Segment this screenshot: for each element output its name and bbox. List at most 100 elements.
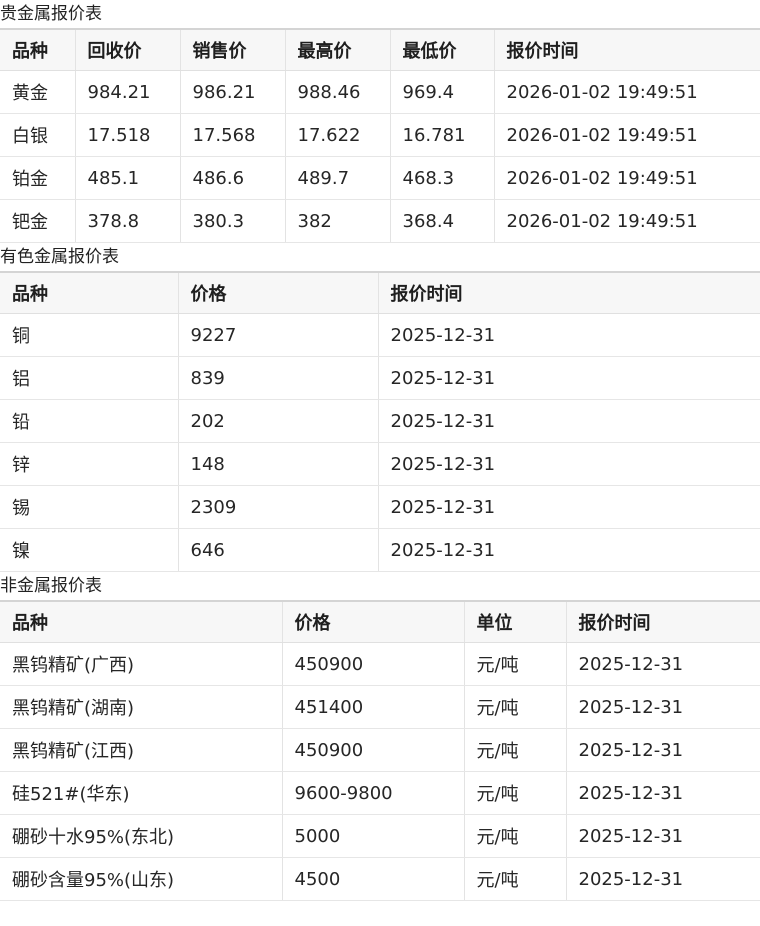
table-row: 铂金 485.1 486.6 489.7 468.3 2026-01-02 19:49:5…: [0, 156, 760, 200]
table-cell: 锌: [0, 442, 179, 486]
table-cell: 969.4: [390, 70, 495, 114]
table-cell: 489.7: [285, 156, 391, 200]
table-cell: 984.21: [75, 70, 181, 114]
nonferrous-header-cell: 品种: [0, 271, 179, 314]
table-row: 锡 2309 2025-12-31: [0, 485, 760, 529]
table-cell: 988.46: [285, 70, 391, 114]
nonmetal-body: 黑钨精矿(广西) 450900 元/吨 2025-12-31 黑钨精矿(湖南) 45140…: [0, 642, 760, 901]
table-cell: 382: [285, 199, 391, 243]
table-cell: 2025-12-31: [378, 528, 760, 572]
table-cell: 2309: [178, 485, 379, 529]
table-cell: 镍: [0, 528, 179, 572]
precious-header-cell: 销售价: [180, 28, 286, 71]
table-cell: 17.518: [75, 113, 181, 157]
table-cell: 2026-01-02 19:49:51: [494, 156, 760, 200]
nonmetal-header: 品种 价格 单位 报价时间: [0, 600, 760, 643]
nonmetal-table-title: 非金属报价表: [0, 576, 102, 596]
table-row: 钯金 378.8 380.3 382 368.4 2026-01-02 19:49:51: [0, 199, 760, 243]
table-cell: 铝: [0, 356, 179, 400]
precious-header-cell: 最高价: [285, 28, 391, 71]
table-row: 镍 646 2025-12-31: [0, 528, 760, 572]
table-cell: 485.1: [75, 156, 181, 200]
table-row: 硅521#(华东) 9600-9800 元/吨 2025-12-31: [0, 771, 760, 815]
table-cell: 钯金: [0, 199, 76, 243]
table-row: 硼砂含量95%(山东) 4500 元/吨 2025-12-31: [0, 857, 760, 901]
table-cell: 2025-12-31: [566, 814, 760, 858]
table-cell: 486.6: [180, 156, 286, 200]
nonmetal-header-cell: 价格: [282, 600, 465, 643]
table-cell: 元/吨: [464, 771, 567, 815]
table-cell: 元/吨: [464, 857, 567, 901]
table-row: 白银 17.518 17.568 17.622 16.781 2026-01-02 19:…: [0, 113, 760, 157]
table-cell: 2025-12-31: [378, 313, 760, 357]
nonmetal-header-cell: 单位: [464, 600, 567, 643]
table-cell: 2025-12-31: [566, 857, 760, 901]
table-cell: 380.3: [180, 199, 286, 243]
table-row: 黑钨精矿(江西) 450900 元/吨 2025-12-31: [0, 728, 760, 772]
table-cell: 202: [178, 399, 379, 443]
table-row: 黑钨精矿(湖南) 451400 元/吨 2025-12-31: [0, 685, 760, 729]
precious-metals-table-title: 贵金属报价表: [0, 4, 102, 24]
nonmetal-table: 品种 价格 单位 报价时间 黑钨精矿(广西) 450900 元/吨 2025-12-31 黑钨…: [0, 600, 760, 901]
nonferrous-metals-header: 品种 价格 报价时间: [0, 271, 760, 314]
table-row: 锌 148 2025-12-31: [0, 442, 760, 486]
table-cell: 2026-01-02 19:49:51: [494, 199, 760, 243]
nonmetal-header-cell: 报价时间: [566, 600, 760, 643]
nonferrous-metals-table: 品种 价格 报价时间 铜 9227 2025-12-31 铝 839 2025-12-31 铅 2…: [0, 271, 760, 572]
table-row: 铅 202 2025-12-31: [0, 399, 760, 443]
table-cell: 元/吨: [464, 685, 567, 729]
table-cell: 4500: [282, 857, 465, 901]
table-cell: 839: [178, 356, 379, 400]
table-row: 黄金 984.21 986.21 988.46 969.4 2026-01-02 19:4…: [0, 70, 760, 114]
table-cell: 黄金: [0, 70, 76, 114]
table-cell: 9227: [178, 313, 379, 357]
nonferrous-header-cell: 价格: [178, 271, 379, 314]
table-row: 铜 9227 2025-12-31: [0, 313, 760, 357]
nonferrous-metals-body: 铜 9227 2025-12-31 铝 839 2025-12-31 铅 202 2025-12…: [0, 313, 760, 572]
nonmetal-header-cell: 品种: [0, 600, 283, 643]
table-cell: 硼砂十水95%(东北): [0, 814, 283, 858]
precious-header-cell: 最低价: [390, 28, 495, 71]
table-cell: 2026-01-02 19:49:51: [494, 113, 760, 157]
table-cell: 9600-9800: [282, 771, 465, 815]
table-cell: 2025-12-31: [566, 642, 760, 686]
table-cell: 450900: [282, 728, 465, 772]
table-cell: 黑钨精矿(广西): [0, 642, 283, 686]
table-cell: 148: [178, 442, 379, 486]
table-row: 铝 839 2025-12-31: [0, 356, 760, 400]
table-cell: 986.21: [180, 70, 286, 114]
table-cell: 2025-12-31: [566, 728, 760, 772]
table-cell: 元/吨: [464, 642, 567, 686]
nonferrous-header-cell: 报价时间: [378, 271, 760, 314]
precious-header-cell: 报价时间: [494, 28, 760, 71]
table-cell: 铅: [0, 399, 179, 443]
table-cell: 硼砂含量95%(山东): [0, 857, 283, 901]
table-cell: 378.8: [75, 199, 181, 243]
table-cell: 450900: [282, 642, 465, 686]
precious-metals-table: 品种 回收价 销售价 最高价 最低价 报价时间 黄金 984.21 986.21 988.46 9…: [0, 28, 760, 243]
table-cell: 2025-12-31: [378, 442, 760, 486]
table-cell: 17.622: [285, 113, 391, 157]
table-cell: 2025-12-31: [566, 685, 760, 729]
table-cell: 451400: [282, 685, 465, 729]
table-cell: 368.4: [390, 199, 495, 243]
table-cell: 铂金: [0, 156, 76, 200]
table-cell: 16.781: [390, 113, 495, 157]
table-cell: 2025-12-31: [566, 771, 760, 815]
precious-header-cell: 品种: [0, 28, 76, 71]
table-cell: 元/吨: [464, 814, 567, 858]
table-cell: 5000: [282, 814, 465, 858]
table-cell: 铜: [0, 313, 179, 357]
table-cell: 黑钨精矿(湖南): [0, 685, 283, 729]
table-row: 硼砂十水95%(东北) 5000 元/吨 2025-12-31: [0, 814, 760, 858]
precious-metals-body: 黄金 984.21 986.21 988.46 969.4 2026-01-02 19:4…: [0, 70, 760, 243]
table-cell: 468.3: [390, 156, 495, 200]
table-row: 黑钨精矿(广西) 450900 元/吨 2025-12-31: [0, 642, 760, 686]
precious-header-cell: 回收价: [75, 28, 181, 71]
table-cell: 17.568: [180, 113, 286, 157]
table-cell: 锡: [0, 485, 179, 529]
table-cell: 2025-12-31: [378, 356, 760, 400]
nonferrous-metals-table-title: 有色金属报价表: [0, 247, 119, 267]
table-cell: 2025-12-31: [378, 399, 760, 443]
precious-metals-header: 品种 回收价 销售价 最高价 最低价 报价时间: [0, 28, 760, 71]
